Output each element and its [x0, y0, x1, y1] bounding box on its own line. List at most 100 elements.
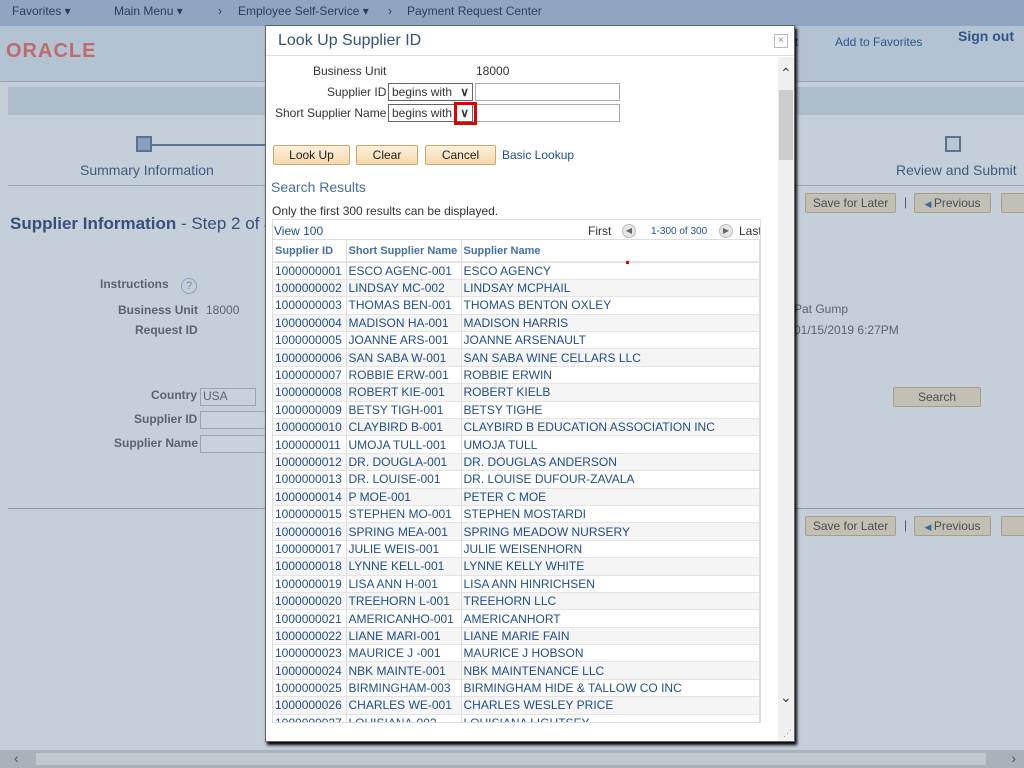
dialog-title-bar[interactable]: Look Up Supplier ID ×: [266, 26, 794, 56]
basic-lookup-link[interactable]: Basic Lookup: [502, 148, 574, 162]
supplier-name-cell[interactable]: DR. DOUGLAS ANDERSON: [461, 453, 760, 472]
table-row[interactable]: 1000000023 MAURICE J -001 MAURICE J HOBSON: [273, 644, 760, 663]
save-for-later-button[interactable]: Save for Later: [805, 193, 896, 213]
step-4-label[interactable]: Review and Submit: [896, 162, 1017, 178]
short-name-cell[interactable]: LISA ANN H-001: [346, 575, 462, 593]
supplier-id-cell[interactable]: 1000000001: [273, 262, 347, 280]
short-name-cell[interactable]: BIRMINGHAM-003: [346, 679, 462, 698]
table-row[interactable]: 1000000017 JULIE WEIS-001 JULIE WEISENHORN: [273, 540, 760, 559]
breadcrumb-payment-request-center[interactable]: Payment Request Center: [407, 4, 542, 18]
table-row[interactable]: 1000000015 STEPHEN MO-001 STEPHEN MOSTARDI: [273, 505, 760, 524]
table-row[interactable]: 1000000002 LINDSAY MC-002 LINDSAY MCPHAIL: [273, 279, 760, 298]
supplier-id-cell[interactable]: 1000000024: [273, 661, 347, 680]
table-row[interactable]: 1000000022 LIANE MARI-001 LIANE MARIE FAIN: [273, 627, 760, 646]
supplier-id-cell[interactable]: 1000000009: [273, 401, 347, 420]
breadcrumb-employee-self-service[interactable]: Employee Self-Service ▾: [238, 4, 369, 18]
table-row[interactable]: 1000000013 DR. LOUISE-001 DR. LOUISE DUFOU…: [273, 470, 760, 489]
supplier-name-cell[interactable]: LINDSAY MCPHAIL: [461, 279, 760, 298]
supplier-id-cell[interactable]: 1000000017: [273, 540, 347, 559]
supplier-id-cell[interactable]: 1000000025: [273, 679, 347, 698]
scroll-right-icon[interactable]: ›: [1011, 750, 1016, 766]
supplier-name-cell[interactable]: MAURICE J HOBSON: [461, 644, 760, 663]
supplier-id-cell[interactable]: 1000000026: [273, 696, 347, 715]
cancel-button[interactable]: Cancel: [425, 145, 496, 165]
supplier-id-cell[interactable]: 1000000003: [273, 296, 347, 315]
short-name-cell[interactable]: ROBERT KIE-001: [346, 383, 462, 402]
short-name-cell[interactable]: LOUISIANA-002: [346, 714, 462, 722]
supplier-name-input[interactable]: [200, 435, 270, 453]
add-to-favorites-link[interactable]: Add to Favorites: [835, 35, 922, 49]
supplier-name-cell[interactable]: LIANE MARIE FAIN: [461, 627, 760, 646]
supplier-id-input[interactable]: [475, 83, 620, 101]
short-name-cell[interactable]: BETSY TIGH-001: [346, 401, 462, 420]
supplier-id-cell[interactable]: 1000000022: [273, 627, 347, 646]
table-row[interactable]: 1000000027 LOUISIANA-002 LOUISIANA LIGHTSE…: [273, 714, 760, 722]
table-row[interactable]: 1000000020 TREEHORN L-001 TREEHORN LLC: [273, 592, 760, 611]
supplier-id-cell[interactable]: 1000000010: [273, 418, 347, 437]
save-for-later-button-bottom[interactable]: Save for Later: [805, 516, 896, 536]
supplier-id-cell[interactable]: 1000000004: [273, 314, 347, 333]
supplier-name-cell[interactable]: ROBERT KIELB: [461, 383, 760, 402]
supplier-id-input[interactable]: [200, 411, 270, 429]
supplier-name-cell[interactable]: LOUISIANA LIGHTSEY: [461, 714, 760, 722]
supplier-name-cell[interactable]: THOMAS BENTON OXLEY: [461, 296, 760, 315]
column-header-supplier-name[interactable]: Supplier Name: [461, 240, 760, 263]
supplier-name-cell[interactable]: JOANNE ARSENAULT: [461, 331, 760, 350]
supplier-id-cell[interactable]: 1000000020: [273, 592, 347, 611]
previous-page-icon[interactable]: ◀: [622, 224, 636, 238]
table-row[interactable]: 1000000009 BETSY TIGH-001 BETSY TIGHE: [273, 401, 760, 420]
supplier-name-cell[interactable]: LISA ANN HINRICHSEN: [461, 575, 760, 593]
supplier-name-cell[interactable]: ROBBIE ERWIN: [461, 366, 760, 385]
supplier-name-cell[interactable]: NBK MAINTENANCE LLC: [461, 661, 760, 680]
table-row[interactable]: 1000000014 P MOE-001 PETER C MOE: [273, 488, 760, 506]
short-name-cell[interactable]: SAN SABA W-001: [346, 348, 462, 367]
table-row[interactable]: 1000000007 ROBBIE ERW-001 ROBBIE ERWIN: [273, 366, 760, 385]
view-100-link[interactable]: View 100: [274, 224, 323, 238]
supplier-id-cell[interactable]: 1000000005: [273, 331, 347, 350]
short-name-cell[interactable]: P MOE-001: [346, 488, 462, 506]
sign-out-link[interactable]: Sign out: [958, 28, 1014, 44]
supplier-id-cell[interactable]: 1000000011: [273, 435, 347, 454]
scroll-left-icon[interactable]: ‹: [14, 750, 19, 766]
dialog-vertical-scrollbar[interactable]: ⌃ ⌄: [778, 57, 794, 741]
short-name-cell[interactable]: MADISON HA-001: [346, 314, 462, 333]
supplier-id-cell[interactable]: 1000000019: [273, 575, 347, 593]
short-name-cell[interactable]: ESCO AGENC-001: [346, 262, 462, 280]
table-row[interactable]: 1000000004 MADISON HA-001 MADISON HARRIS: [273, 314, 760, 333]
supplier-name-cell[interactable]: AMERICANHORT: [461, 609, 760, 628]
previous-button-bottom[interactable]: ◀ Previous: [914, 516, 991, 536]
table-row[interactable]: 1000000026 CHARLES WE-001 CHARLES WESLEY P…: [273, 696, 760, 715]
supplier-id-cell[interactable]: 1000000013: [273, 470, 347, 489]
step-1-marker[interactable]: [136, 136, 152, 152]
resize-grip-icon[interactable]: ⋰: [783, 728, 792, 739]
next-button-bottom[interactable]: [1001, 516, 1024, 536]
supplier-name-cell[interactable]: BETSY TIGHE: [461, 401, 760, 420]
table-row[interactable]: 1000000003 THOMAS BEN-001 THOMAS BENTON OX…: [273, 296, 760, 315]
supplier-name-cell[interactable]: SAN SABA WINE CELLARS LLC: [461, 348, 760, 367]
step-1-label[interactable]: Summary Information: [80, 162, 214, 178]
supplier-id-cell[interactable]: 1000000015: [273, 505, 347, 524]
table-row[interactable]: 1000000019 LISA ANN H-001 LISA ANN HINRICH…: [273, 575, 760, 593]
table-row[interactable]: 1000000010 CLAYBIRD B-001 CLAYBIRD B EDUCA…: [273, 418, 760, 437]
supplier-name-cell[interactable]: MADISON HARRIS: [461, 314, 760, 333]
supplier-name-cell[interactable]: CHARLES WESLEY PRICE: [461, 696, 760, 715]
short-name-cell[interactable]: NBK MAINTE-001: [346, 661, 462, 680]
table-row[interactable]: 1000000012 DR. DOUGLA-001 DR. DOUGLAS ANDE…: [273, 453, 760, 472]
scrollbar-thumb[interactable]: [36, 753, 986, 765]
short-name-cell[interactable]: MAURICE J -001: [346, 644, 462, 663]
supplier-name-cell[interactable]: LYNNE KELLY WHITE: [461, 557, 760, 576]
short-name-cell[interactable]: ROBBIE ERW-001: [346, 366, 462, 385]
table-row[interactable]: 1000000018 LYNNE KELL-001 LYNNE KELLY WHIT…: [273, 557, 760, 576]
short-name-cell[interactable]: JOANNE ARS-001: [346, 331, 462, 350]
short-name-cell[interactable]: SPRING MEA-001: [346, 522, 462, 541]
next-page-icon[interactable]: ▶: [719, 224, 733, 238]
help-icon[interactable]: ?: [181, 278, 197, 294]
previous-button[interactable]: ◀ Previous: [914, 193, 991, 213]
short-name-cell[interactable]: LYNNE KELL-001: [346, 557, 462, 576]
supplier-name-cell[interactable]: BIRMINGHAM HIDE & TALLOW CO INC: [461, 679, 760, 698]
short-name-cell[interactable]: UMOJA TULL-001: [346, 435, 462, 454]
short-name-cell[interactable]: JULIE WEIS-001: [346, 540, 462, 559]
supplier-id-cell[interactable]: 1000000021: [273, 609, 347, 628]
supplier-name-cell[interactable]: TREEHORN LLC: [461, 592, 760, 611]
supplier-id-cell[interactable]: 1000000016: [273, 522, 347, 541]
